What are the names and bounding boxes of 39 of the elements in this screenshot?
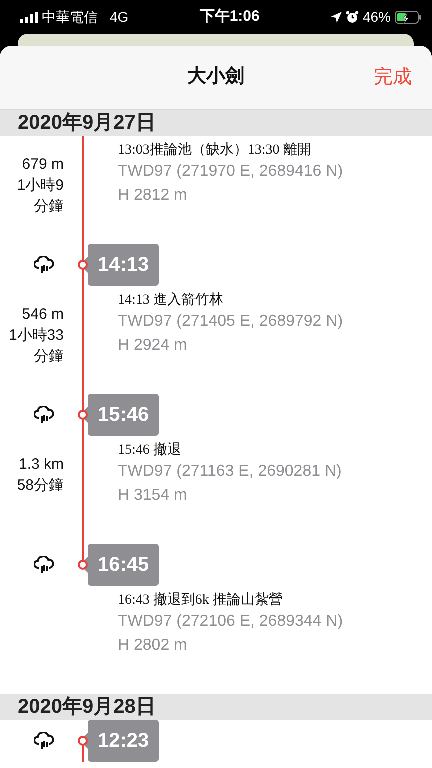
segment-stat: 679 m xyxy=(21,155,64,175)
timeline-dot xyxy=(78,736,88,746)
date-header: 2020年9月28日 xyxy=(0,694,432,720)
location-arrow-icon xyxy=(330,12,342,22)
date-header: 2020年9月27日 xyxy=(0,110,432,136)
coordinates-text: TWD97 (271970 E, 2689416 N) xyxy=(118,162,344,182)
cloud-rain-icon xyxy=(34,406,54,424)
elevation-text: H 3154 m xyxy=(118,486,188,506)
segment-stat: 546 m xyxy=(21,305,64,325)
elevation-text: H 2802 m xyxy=(118,636,188,656)
timeline-dot xyxy=(78,260,88,270)
alarm-icon xyxy=(346,10,359,24)
coordinates-text: TWD97 (271405 E, 2689792 N) xyxy=(118,312,344,332)
note-text: 15:46 撤退 xyxy=(118,442,182,460)
coordinates-text: TWD97 (271163 E, 2690281 N) xyxy=(118,462,343,482)
elevation-text: H 2924 m xyxy=(118,336,188,356)
segment-stat: 1小時9 xyxy=(16,176,64,196)
timeline-dot xyxy=(78,560,88,570)
cloud-rain-icon xyxy=(34,256,54,274)
sheet-title: 大小劍 xyxy=(188,65,244,90)
cloud-rain-icon xyxy=(34,556,54,574)
segment-stat: 分鐘 xyxy=(33,347,64,367)
network-type: 4G xyxy=(110,8,129,26)
elevation-text: H 2812 m xyxy=(118,186,188,206)
note-text: 14:13 進入箭竹林 xyxy=(118,292,224,310)
clock-time: 下午1:06 xyxy=(200,6,260,27)
battery-percent: 46% xyxy=(362,8,391,26)
signal-icon xyxy=(20,12,38,22)
cloud-rain-icon xyxy=(34,732,54,750)
carrier-name: 中華電信 xyxy=(42,8,98,26)
coordinates-text: TWD97 (272106 E, 2689344 N) xyxy=(118,612,344,632)
timeline-dot xyxy=(78,410,88,420)
segment-stat: 分鐘 xyxy=(33,197,64,217)
note-text: 13:03推論池（缺水）13:30 離開 xyxy=(118,142,312,160)
segment-stat: 1.3 km xyxy=(18,455,64,475)
segment-stat: 58分鐘 xyxy=(16,476,64,496)
note-text: 16:43 撤退到6k 推論山紮營 xyxy=(118,592,284,610)
segment-stat: 1小時33 xyxy=(8,326,64,346)
done-button[interactable]: 完成 xyxy=(374,63,412,92)
